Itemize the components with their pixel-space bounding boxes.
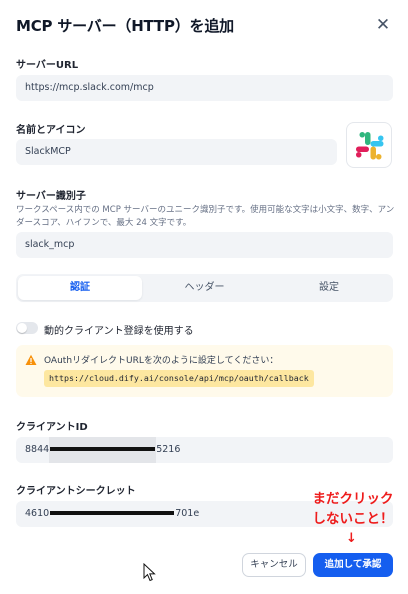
client-secret-prefix: 4610 (25, 508, 50, 519)
redacted-client-secret (49, 501, 175, 527)
tab-auth[interactable]: 認証 (18, 276, 142, 300)
client-id-label: クライアントID (16, 422, 88, 433)
client-id-input[interactable]: 8844 5216 (16, 437, 393, 463)
client-id-prefix: 8844 (25, 444, 50, 455)
dynamic-client-toggle[interactable] (16, 322, 38, 334)
client-secret-label: クライアントシークレット (16, 486, 136, 497)
oauth-callback-url[interactable]: https://cloud.dify.ai/console/api/mcp/oa… (44, 370, 314, 387)
cancel-button[interactable]: キャンセル (242, 553, 306, 577)
name-icon-label: 名前とアイコン (16, 125, 86, 136)
auth-tabs: 認証 ヘッダー 設定 (16, 274, 393, 302)
server-id-description: ワークスペース内での MCP サーバーのユニーク識別子です。使用可能な文字は小文… (16, 205, 395, 228)
redacted-client-id (49, 437, 157, 463)
server-url-input[interactable]: https://mcp.slack.com/mcp (16, 75, 393, 101)
tab-settings[interactable]: 設定 (267, 276, 391, 300)
tab-headers[interactable]: ヘッダー (142, 276, 267, 300)
dynamic-client-label: 動的クライアント登録を使用する (44, 326, 194, 337)
client-id-suffix: 5216 (156, 444, 181, 455)
annotation-note: まだクリック しないこと！ (298, 489, 408, 529)
oauth-notice: OAuthリダイレクトURLを次のように設定してください： https://cl… (16, 345, 393, 397)
close-icon[interactable]: ✕ (373, 15, 393, 35)
server-id-input[interactable]: slack_mcp (16, 232, 393, 258)
client-secret-suffix: 701e (175, 508, 200, 519)
annotation-line1: まだクリック (312, 491, 394, 507)
annotation-line2: しないこと！ (312, 511, 394, 527)
oauth-notice-text: OAuthリダイレクトURLを次のように設定してください： (44, 356, 279, 366)
slack-logo-icon[interactable] (346, 122, 392, 168)
name-input[interactable]: SlackMCP (16, 139, 337, 165)
mouse-cursor-icon (143, 563, 156, 582)
server-url-label: サーバーURL (16, 60, 79, 71)
dialog-title: MCP サーバー（HTTP）を追加 (16, 17, 234, 35)
add-and-authorize-button[interactable]: 追加して承認 (313, 553, 393, 577)
annotation-arrow: ↓ (346, 531, 357, 546)
add-mcp-server-dialog: MCP サーバー（HTTP）を追加 ✕ サーバーURL https://mcp.… (0, 0, 408, 594)
warning-icon (25, 354, 37, 365)
server-id-label: サーバー識別子 (16, 191, 86, 202)
